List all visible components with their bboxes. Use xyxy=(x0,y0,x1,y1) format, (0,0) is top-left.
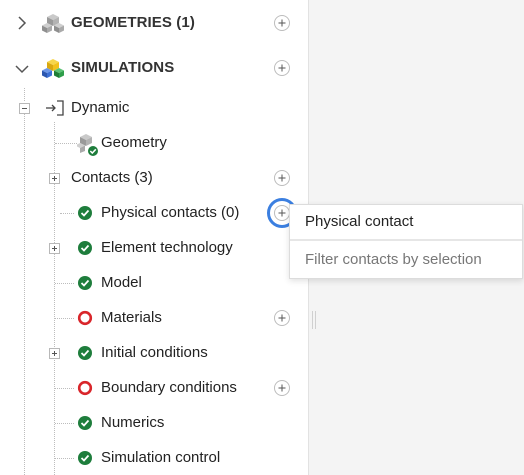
tree-item-materials[interactable]: Materials xyxy=(101,309,162,326)
valid-check-icon xyxy=(78,346,92,360)
add-simulation-button[interactable] xyxy=(274,60,290,76)
expand-element-technology-toggle[interactable] xyxy=(49,243,60,254)
tree-connector xyxy=(24,88,25,101)
geometries-section-title[interactable]: GEOMETRIES (1) xyxy=(71,14,195,31)
panel-resize-handle[interactable] xyxy=(312,311,316,329)
colored-cubes-icon xyxy=(42,59,64,78)
simulations-section-title[interactable]: SIMULATIONS xyxy=(71,59,174,76)
tree-connector xyxy=(55,143,77,144)
valid-check-icon xyxy=(78,276,92,290)
tree-connector xyxy=(55,458,74,459)
add-geometry-button[interactable] xyxy=(274,15,290,31)
add-boundary-condition-button[interactable] xyxy=(274,380,290,396)
tree-item-dynamic[interactable]: Dynamic xyxy=(71,99,129,116)
tree-item-boundary-conditions[interactable]: Boundary conditions xyxy=(101,379,237,396)
valid-check-icon xyxy=(78,241,92,255)
tree-item-model[interactable]: Model xyxy=(101,274,142,291)
tree-connector xyxy=(60,213,74,214)
run-simulation-icon xyxy=(46,100,64,116)
collapse-dynamic-toggle[interactable] xyxy=(19,103,30,114)
tree-connector xyxy=(24,114,25,475)
tree-item-numerics[interactable]: Numerics xyxy=(101,414,164,431)
tree-connector xyxy=(55,423,74,424)
valid-check-icon xyxy=(78,416,92,430)
simulation-tree-panel: GEOMETRIES (1) SIMULATIONS Dynamic Geome… xyxy=(0,0,309,475)
tree-item-geometry[interactable]: Geometry xyxy=(101,134,167,151)
tree-item-element-technology[interactable]: Element technology xyxy=(101,239,233,256)
tree-item-simulation-control[interactable]: Simulation control xyxy=(101,449,220,466)
chevron-right-icon[interactable] xyxy=(17,16,27,30)
invalid-ring-icon xyxy=(77,380,93,396)
tree-connector xyxy=(55,283,74,284)
cubes-icon xyxy=(42,14,64,33)
invalid-ring-icon xyxy=(77,310,93,326)
tree-item-physical-contacts[interactable]: Physical contacts (0) xyxy=(101,204,239,221)
expand-initial-conditions-toggle[interactable] xyxy=(49,348,60,359)
add-material-button[interactable] xyxy=(274,310,290,326)
tree-connector xyxy=(55,318,74,319)
expand-contacts-toggle[interactable] xyxy=(49,173,60,184)
tree-item-contacts[interactable]: Contacts (3) xyxy=(71,169,153,186)
add-contact-button[interactable] xyxy=(274,170,290,186)
menu-item-filter-contacts-by-selection[interactable]: Filter contacts by selection xyxy=(290,241,524,278)
chevron-down-icon[interactable] xyxy=(15,64,29,74)
tree-connector xyxy=(55,388,74,389)
add-physical-contact-menu: Physical contact Filter contacts by sele… xyxy=(289,204,523,279)
geometry-check-icon xyxy=(77,134,99,157)
valid-check-icon xyxy=(78,206,92,220)
menu-item-physical-contact[interactable]: Physical contact xyxy=(290,205,522,241)
valid-check-icon xyxy=(78,451,92,465)
tree-item-initial-conditions[interactable]: Initial conditions xyxy=(101,344,208,361)
